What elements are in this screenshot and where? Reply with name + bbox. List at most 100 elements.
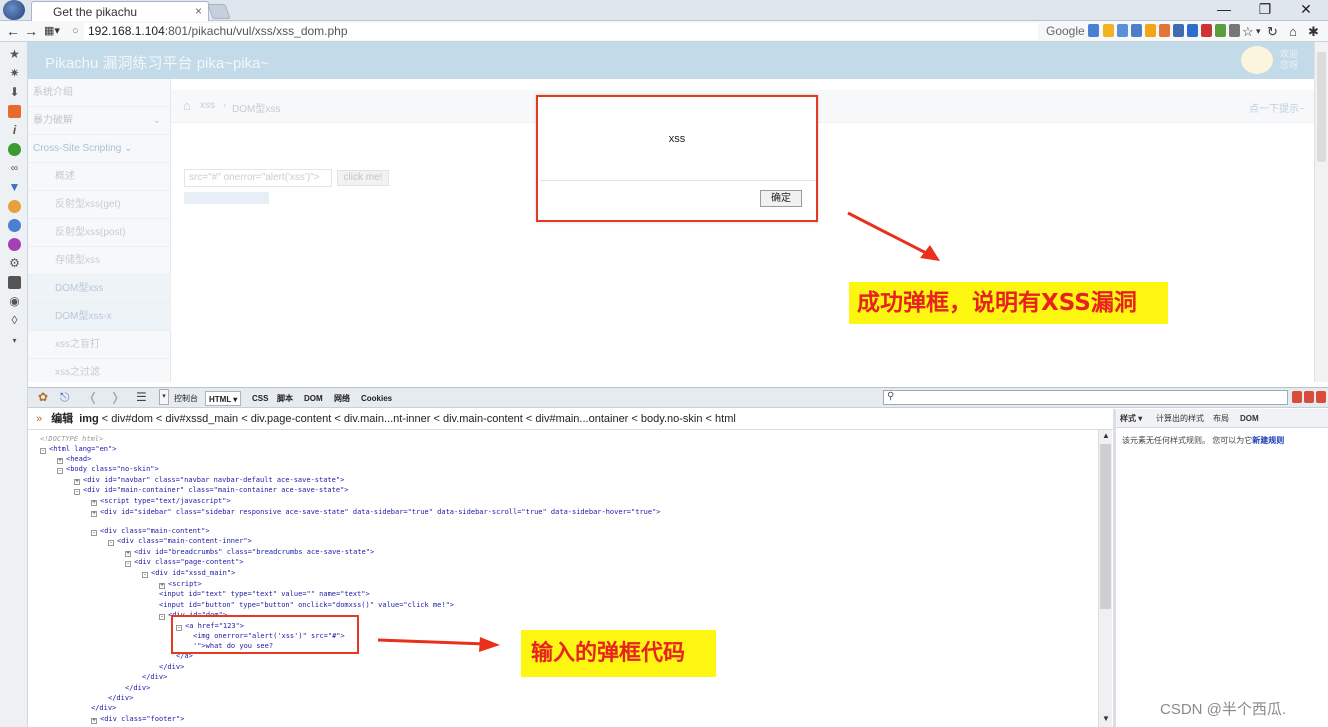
app-4-icon[interactable]: [8, 219, 21, 232]
path-item[interactable]: div.main...nt-inner: [344, 413, 431, 425]
html-tree-line[interactable]: + <div id="breadcrumbs" class="breadcrumb…: [125, 547, 374, 557]
inspect-icon[interactable]: ▼: [8, 181, 21, 194]
browser-logo-icon[interactable]: [3, 0, 25, 20]
html-tree-line[interactable]: - <div id="main-container" class="main-co…: [74, 485, 349, 495]
path-item[interactable]: html: [715, 413, 736, 425]
path-item[interactable]: div.main-content: [443, 413, 523, 425]
sidebar-item-reflected-get[interactable]: 反射型xss(get): [28, 191, 171, 219]
sidebar-item-bruteforce[interactable]: 暴力破解 ⌄: [28, 107, 171, 135]
minimize-button[interactable]: —: [1206, 1, 1242, 21]
devtools-search-input[interactable]: ⚲: [883, 390, 1288, 405]
html-tree-line[interactable]: - <div class="main-content">: [91, 526, 210, 536]
favorites-star-icon[interactable]: ★: [8, 48, 21, 61]
extension-10-icon[interactable]: [1229, 24, 1240, 37]
bookmark-star-icon[interactable]: ☆: [1242, 21, 1254, 42]
path-item[interactable]: div.page-content: [251, 413, 332, 425]
html-tree-line[interactable]: - <div class="main-content-inner">: [108, 536, 252, 546]
html-tree-line[interactable]: <input id="text" type="text" value="" na…: [159, 589, 370, 599]
tab-console[interactable]: 控制台: [174, 391, 198, 406]
maximize-button[interactable]: ❐: [1247, 1, 1283, 21]
html-tree-line[interactable]: + <div class="footer">: [91, 714, 184, 724]
firebug-bug-icon[interactable]: ✿: [38, 390, 48, 404]
devtools-minimize-button[interactable]: [1292, 391, 1302, 403]
page-scrollbar[interactable]: [1314, 42, 1328, 382]
path-toggle-icon[interactable]: »: [36, 413, 42, 425]
tab-html[interactable]: HTML ▾: [205, 391, 242, 406]
expand-icon[interactable]: +: [91, 500, 97, 506]
download-icon[interactable]: ⬇: [8, 86, 21, 99]
alert-ok-button[interactable]: 确定: [760, 190, 802, 207]
tab-dom[interactable]: DOM: [304, 391, 323, 406]
tab-layout[interactable]: 布局: [1213, 409, 1229, 428]
tab-net[interactable]: 网络: [334, 391, 350, 406]
sidebar-item-intro[interactable]: 系统介绍: [28, 79, 171, 107]
path-item[interactable]: body.no-skin: [641, 413, 703, 425]
path-item[interactable]: img: [79, 413, 99, 425]
html-tree-line[interactable]: </div>: [125, 683, 150, 693]
html-tree-line[interactable]: <!DOCTYPE html>: [40, 434, 103, 444]
expand-icon[interactable]: +: [91, 718, 97, 724]
path-item[interactable]: div#main...ontainer: [535, 413, 628, 425]
extension-5-icon[interactable]: [1159, 24, 1170, 37]
sidebar-item-overview[interactable]: 概述: [28, 163, 171, 191]
forward-arrow-icon[interactable]: →: [24, 21, 38, 42]
tab-computed[interactable]: 计算出的样式: [1156, 409, 1204, 428]
home-icon[interactable]: ⌂: [1289, 21, 1297, 42]
screenshot-icon[interactable]: [8, 276, 21, 289]
tab-side-dom[interactable]: DOM: [1240, 409, 1259, 428]
html-tree-line[interactable]: - <body class="no-skin">: [57, 464, 159, 474]
app-3-icon[interactable]: [8, 200, 21, 213]
page-info-icon[interactable]: ○: [72, 21, 79, 42]
forward-nav-icon[interactable]: ❭: [110, 390, 120, 404]
collapse-icon[interactable]: -: [74, 489, 80, 495]
html-tree-line[interactable]: - <div id="xssd_main">: [142, 568, 235, 578]
extension-3-icon[interactable]: [1131, 24, 1142, 37]
html-tree-line[interactable]: <input id="button" type="button" onclick…: [159, 600, 454, 610]
panel-dropdown-icon[interactable]: ▾: [159, 389, 169, 405]
extension-1-icon[interactable]: [1103, 24, 1114, 37]
tab-style[interactable]: 样式 ▾: [1120, 409, 1142, 428]
html-tree-line[interactable]: + <head>: [57, 454, 91, 464]
collapse-icon[interactable]: -: [159, 614, 165, 620]
sidebar-item-xss[interactable]: Cross-Site Scripting ⌄: [28, 135, 171, 163]
menu-list-icon[interactable]: ☰: [136, 390, 147, 404]
gear-small-icon[interactable]: ⚙: [8, 257, 21, 270]
tools-icon[interactable]: ✷: [8, 67, 21, 80]
devtools-scrollbar[interactable]: ▲ ▼: [1098, 430, 1112, 727]
html-tree-line[interactable]: - <div class="page-content">: [125, 557, 244, 567]
sidebar-item-filter[interactable]: xss之过滤: [28, 359, 171, 382]
collapse-icon[interactable]: -: [125, 561, 131, 567]
extension-8-icon[interactable]: [1201, 24, 1212, 37]
tab-script[interactable]: 脚本: [277, 391, 293, 406]
devtools-scrollbar-thumb[interactable]: [1100, 444, 1111, 609]
sidebar-item-dom-x[interactable]: DOM型xss-x: [28, 303, 171, 331]
html-tree-line[interactable]: - <html lang="en">: [40, 444, 116, 454]
back-arrow-icon[interactable]: ←: [6, 21, 20, 42]
devtools-close-button[interactable]: [1316, 391, 1326, 403]
html-tree-line[interactable]: </div>: [108, 693, 133, 703]
dom-output-link[interactable]: [184, 192, 269, 204]
sidebar-item-reflected-post[interactable]: 反射型xss(post): [28, 219, 171, 247]
extension-9-icon[interactable]: [1215, 24, 1226, 37]
hint-link[interactable]: 点一下提示~: [1249, 100, 1305, 115]
click-me-button[interactable]: click me!: [337, 170, 389, 186]
home-icon[interactable]: ⌂: [183, 98, 191, 113]
sidebar-item-dom[interactable]: DOM型xss: [28, 275, 171, 303]
tab-css[interactable]: CSS: [252, 391, 268, 406]
dropdown-icon[interactable]: ▾: [1256, 21, 1261, 42]
page-scrollbar-thumb[interactable]: [1317, 52, 1326, 162]
back-nav-icon[interactable]: ❬: [88, 390, 98, 404]
app-2-icon[interactable]: [8, 143, 21, 156]
settings-icon[interactable]: ✱: [1308, 21, 1319, 42]
apps-grid-icon[interactable]: ▦▾: [44, 21, 60, 42]
edit-button[interactable]: 编辑: [51, 413, 73, 425]
html-tree-line[interactable]: + <div id="sidebar" class="sidebar respon…: [91, 507, 661, 517]
collapse-icon[interactable]: -: [57, 468, 63, 474]
reload-icon[interactable]: ↻: [1267, 21, 1278, 42]
html-tree-line[interactable]: + <div id="navbar" class="navbar navbar-d…: [74, 475, 344, 485]
tab-close-icon[interactable]: ×: [195, 4, 202, 18]
location-pin-icon[interactable]: ◉: [8, 295, 21, 308]
extension-4-icon[interactable]: [1145, 24, 1156, 37]
breadcrumb-home[interactable]: xss: [200, 100, 215, 111]
sidebar-item-stored[interactable]: 存储型xss: [28, 247, 171, 275]
